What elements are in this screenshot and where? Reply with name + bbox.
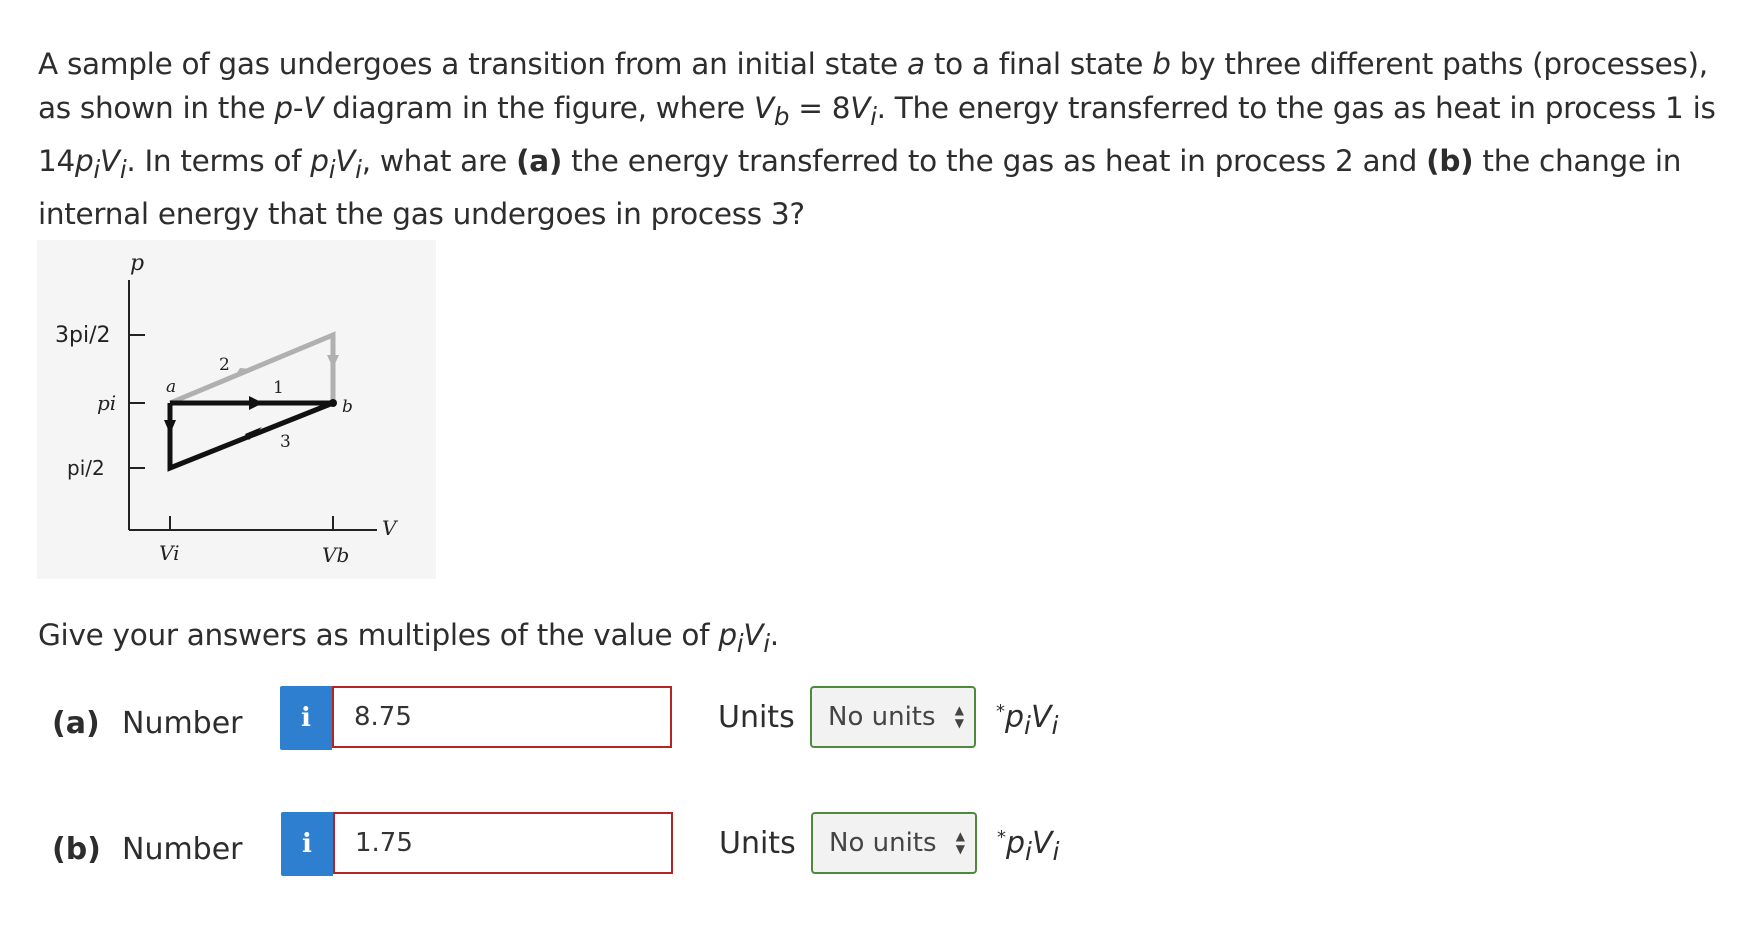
x-tick-vi: Vi: [159, 541, 180, 565]
info-button-a[interactable]: i: [280, 686, 332, 750]
units-label-b: Units: [719, 826, 796, 861]
y-tick-pi-2: pi/2: [67, 456, 105, 480]
info-button-b[interactable]: i: [281, 812, 333, 876]
path-label-3: 3: [280, 432, 291, 452]
point-b-dot: [329, 399, 337, 407]
units-suffix-a: *piVi: [996, 700, 1059, 740]
x-axis-label: V: [382, 516, 399, 540]
units-select-b[interactable]: No units ▲ ▼: [811, 812, 977, 874]
answer-row-b: (b) Number i 1.75 Units No units ▲ ▼ *piV…: [0, 812, 1100, 880]
number-input-a[interactable]: 8.75: [332, 686, 672, 748]
select-arrows-icon: ▲ ▼: [955, 829, 965, 856]
number-label-a: Number: [122, 706, 243, 741]
number-input-b[interactable]: 1.75: [333, 812, 673, 874]
select-arrows-icon: ▲ ▼: [954, 703, 964, 730]
y-tick-3pi-2: 3pi/2: [55, 323, 110, 348]
question-text: A sample of gas undergoes a transition f…: [38, 47, 1716, 231]
number-label-b: Number: [122, 832, 243, 867]
part-label-b: (b): [52, 832, 101, 867]
answer-row-a: (a) Number i 8.75 Units No units ▲ ▼ *piV…: [0, 686, 1100, 754]
part-label-a: (a): [52, 706, 100, 741]
y-tick-pi: pi: [97, 391, 116, 415]
pv-diagram: p V 3pi/2 pi pi/2 Vi Vb a b 1 2 3: [55, 251, 399, 567]
path-label-2: 2: [219, 355, 230, 375]
info-icon: i: [301, 703, 311, 733]
point-b-label: b: [342, 397, 353, 417]
path-2: [169, 331, 336, 406]
instruction-text: Give your answers as multiples of the va…: [38, 618, 779, 658]
units-label-a: Units: [718, 700, 795, 735]
x-tick-vb: Vb: [322, 543, 349, 567]
units-select-a[interactable]: No units ▲ ▼: [810, 686, 976, 748]
path-label-1: 1: [273, 378, 284, 398]
point-a-label: a: [166, 377, 176, 397]
pv-diagram-figure: p V 3pi/2 pi pi/2 Vi Vb a b 1 2 3: [37, 240, 436, 579]
units-suffix-b: *piVi: [997, 826, 1060, 866]
y-axis-label: p: [130, 251, 144, 276]
info-icon: i: [302, 829, 312, 859]
